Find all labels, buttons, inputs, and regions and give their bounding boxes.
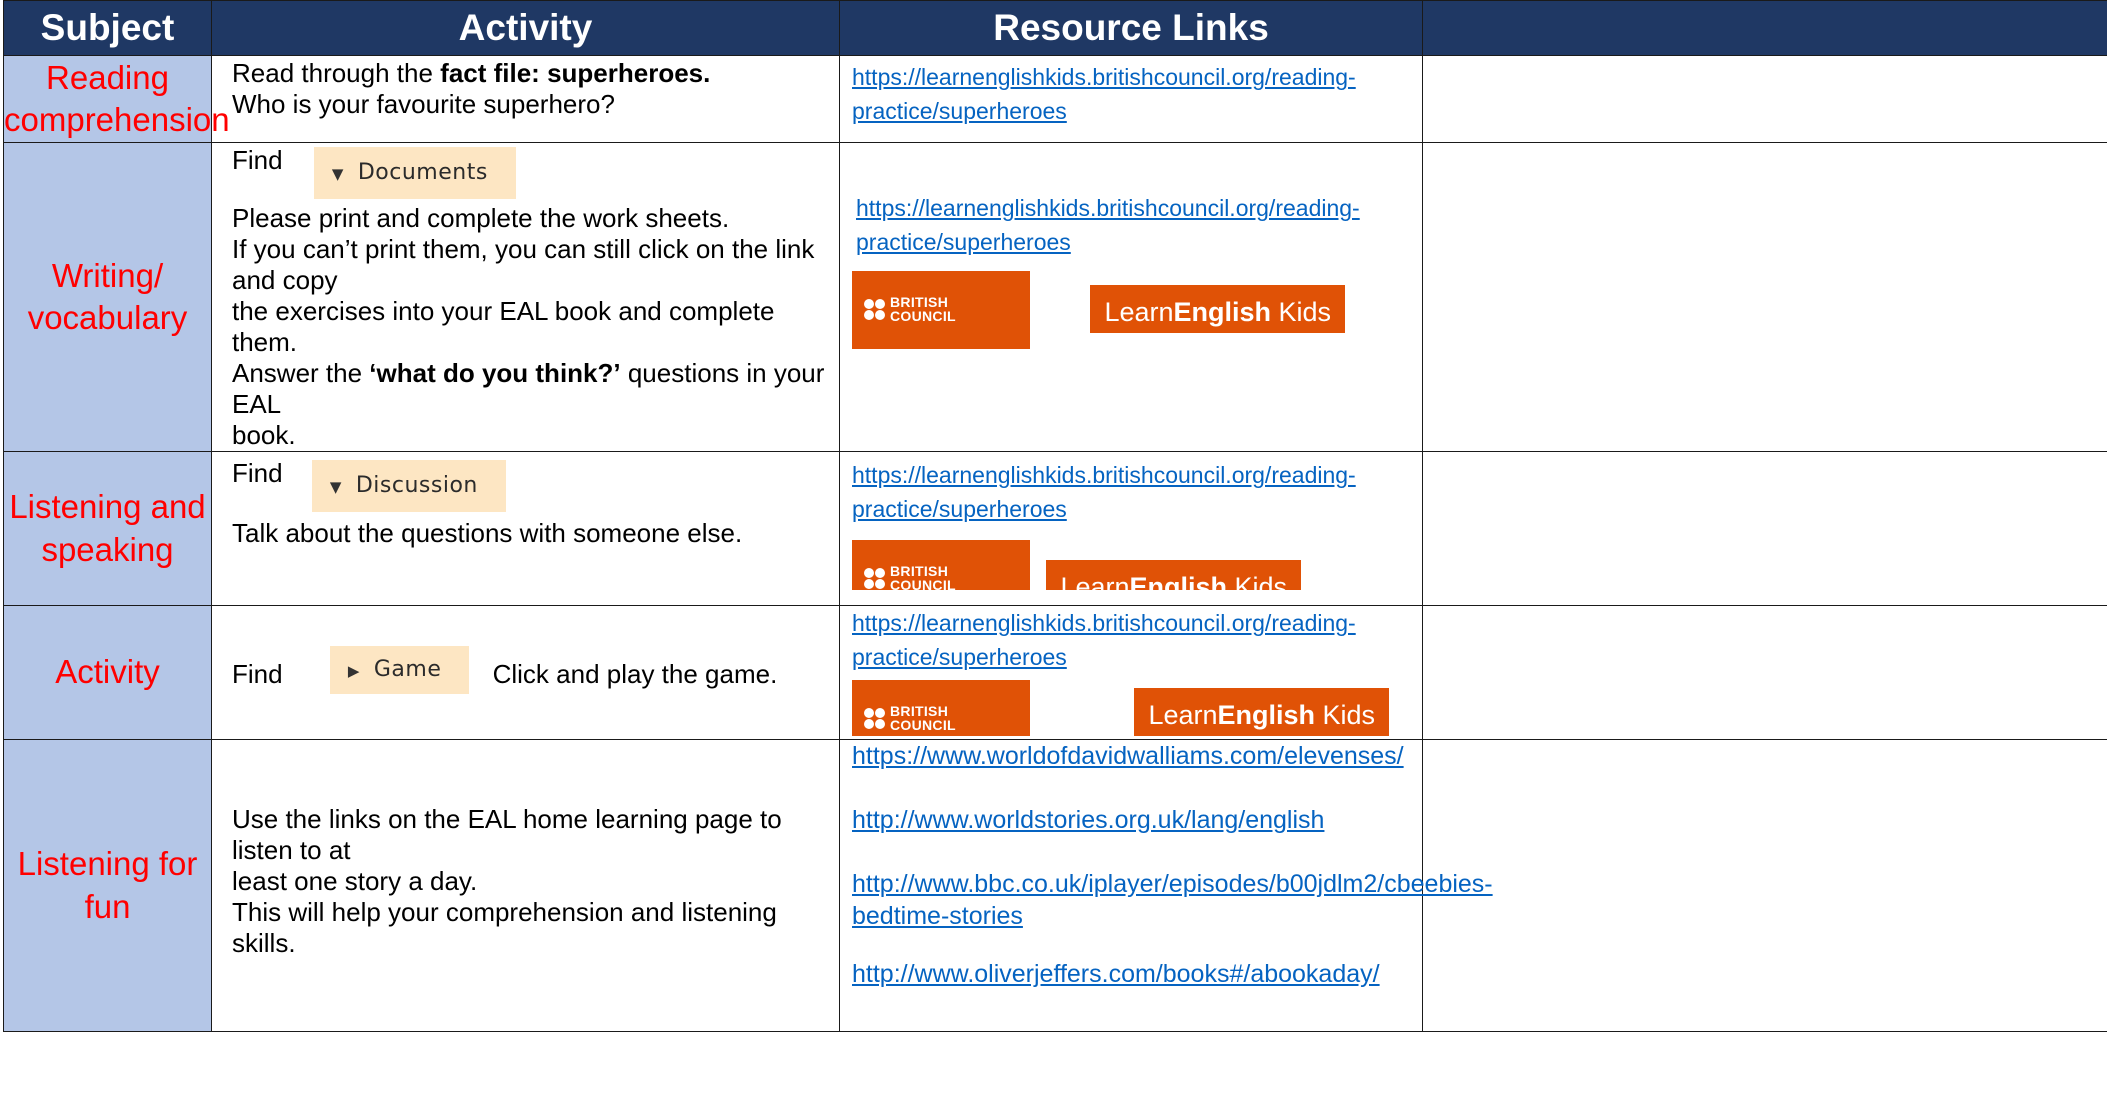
resource-cell: https://learnenglishkids.britishcouncil.… xyxy=(839,451,1423,606)
table-row: Writing/ vocabulary Find ▼ Documents Plea… xyxy=(3,142,2107,452)
header-extra xyxy=(1422,0,2107,56)
subject-activity: Activity xyxy=(3,605,212,740)
resource-link[interactable]: https://www.worldofdavidwalliams.com/ele… xyxy=(852,742,1404,770)
header-row: Subject Activity Resource Links xyxy=(3,0,2107,56)
documents-section-button[interactable]: ▼ Documents xyxy=(313,147,516,199)
resource-link[interactable]: http://www.oliverjeffers.com/books#/aboo… xyxy=(852,960,1380,988)
activity-cell: Read through the fact file: superheroes.… xyxy=(211,55,840,143)
british-council-logo: BRITISH COUNCIL xyxy=(852,680,1030,736)
extra-cell xyxy=(1422,739,2107,1032)
learnenglish-kids-logo: LearnEnglish Kids xyxy=(1046,560,1302,590)
activity-cell: Find ▶ Game Click and play the game. xyxy=(211,605,840,740)
learnenglish-kids-logo: LearnEnglish Kids xyxy=(1090,285,1346,333)
triangle-down-icon: ▼ xyxy=(329,478,342,496)
resource-link[interactable]: https://learnenglishkids.britishcouncil.… xyxy=(852,462,1356,522)
activity-cell: Find ▼ Discussion Talk about the question… xyxy=(211,451,840,606)
activity-cell: Use the links on the EAL home learning p… xyxy=(211,739,840,1032)
resource-cell: https://learnenglishkids.britishcouncil.… xyxy=(839,605,1423,740)
subject-reading: Reading comprehension xyxy=(3,55,230,143)
table-row: Listening and speaking Find ▼ Discussion … xyxy=(3,451,2107,606)
activity-cell: Find ▼ Documents Please print and complet… xyxy=(211,142,840,452)
resource-link[interactable]: https://learnenglishkids.britishcouncil.… xyxy=(852,64,1356,124)
resource-link[interactable]: http://www.worldstories.org.uk/lang/engl… xyxy=(852,806,1324,834)
fact-file-title: fact file: superheroes. xyxy=(440,58,711,88)
resource-cell: https://learnenglishkids.britishcouncil.… xyxy=(839,142,1423,452)
resource-link[interactable]: http://www.bbc.co.uk/iplayer/episodes/b0… xyxy=(852,870,1493,930)
triangle-down-icon: ▼ xyxy=(331,165,344,183)
table-row: Reading comprehension Read through the f… xyxy=(3,55,2107,143)
extra-cell xyxy=(1422,605,2107,740)
extra-cell xyxy=(1422,451,2107,606)
lesson-plan-table: Subject Activity Resource Links Reading … xyxy=(3,0,2107,1032)
triangle-right-icon: ▶ xyxy=(347,661,360,680)
header-activity: Activity xyxy=(211,0,840,56)
resource-cell: https://www.worldofdavidwalliams.com/ele… xyxy=(839,739,1493,1032)
learnenglish-kids-logo: LearnEnglish Kids xyxy=(1134,688,1390,736)
subject-listening-speaking: Listening and speaking xyxy=(3,451,212,606)
header-subject: Subject xyxy=(3,0,212,56)
resource-cell: https://learnenglishkids.britishcouncil.… xyxy=(839,55,1423,143)
resource-link[interactable]: https://learnenglishkids.britishcouncil.… xyxy=(852,610,1356,670)
subject-writing: Writing/ vocabulary xyxy=(3,142,212,452)
british-council-logo: BRITISH COUNCIL xyxy=(852,540,1030,590)
extra-cell xyxy=(1422,142,2107,452)
game-section-button[interactable]: ▶ Game xyxy=(329,645,470,694)
table-row: Activity Find ▶ Game Click and play the g… xyxy=(3,605,2107,740)
header-resource-links: Resource Links xyxy=(839,0,1423,56)
british-council-logo: BRITISH COUNCIL xyxy=(852,271,1030,349)
discussion-section-button[interactable]: ▼ Discussion xyxy=(311,460,506,512)
extra-cell xyxy=(1422,55,2107,143)
resource-link[interactable]: https://learnenglishkids.britishcouncil.… xyxy=(856,195,1360,255)
table-row: Listening for fun Use the links on the E… xyxy=(3,739,2107,1032)
subject-listening-fun: Listening for fun xyxy=(3,739,212,1032)
